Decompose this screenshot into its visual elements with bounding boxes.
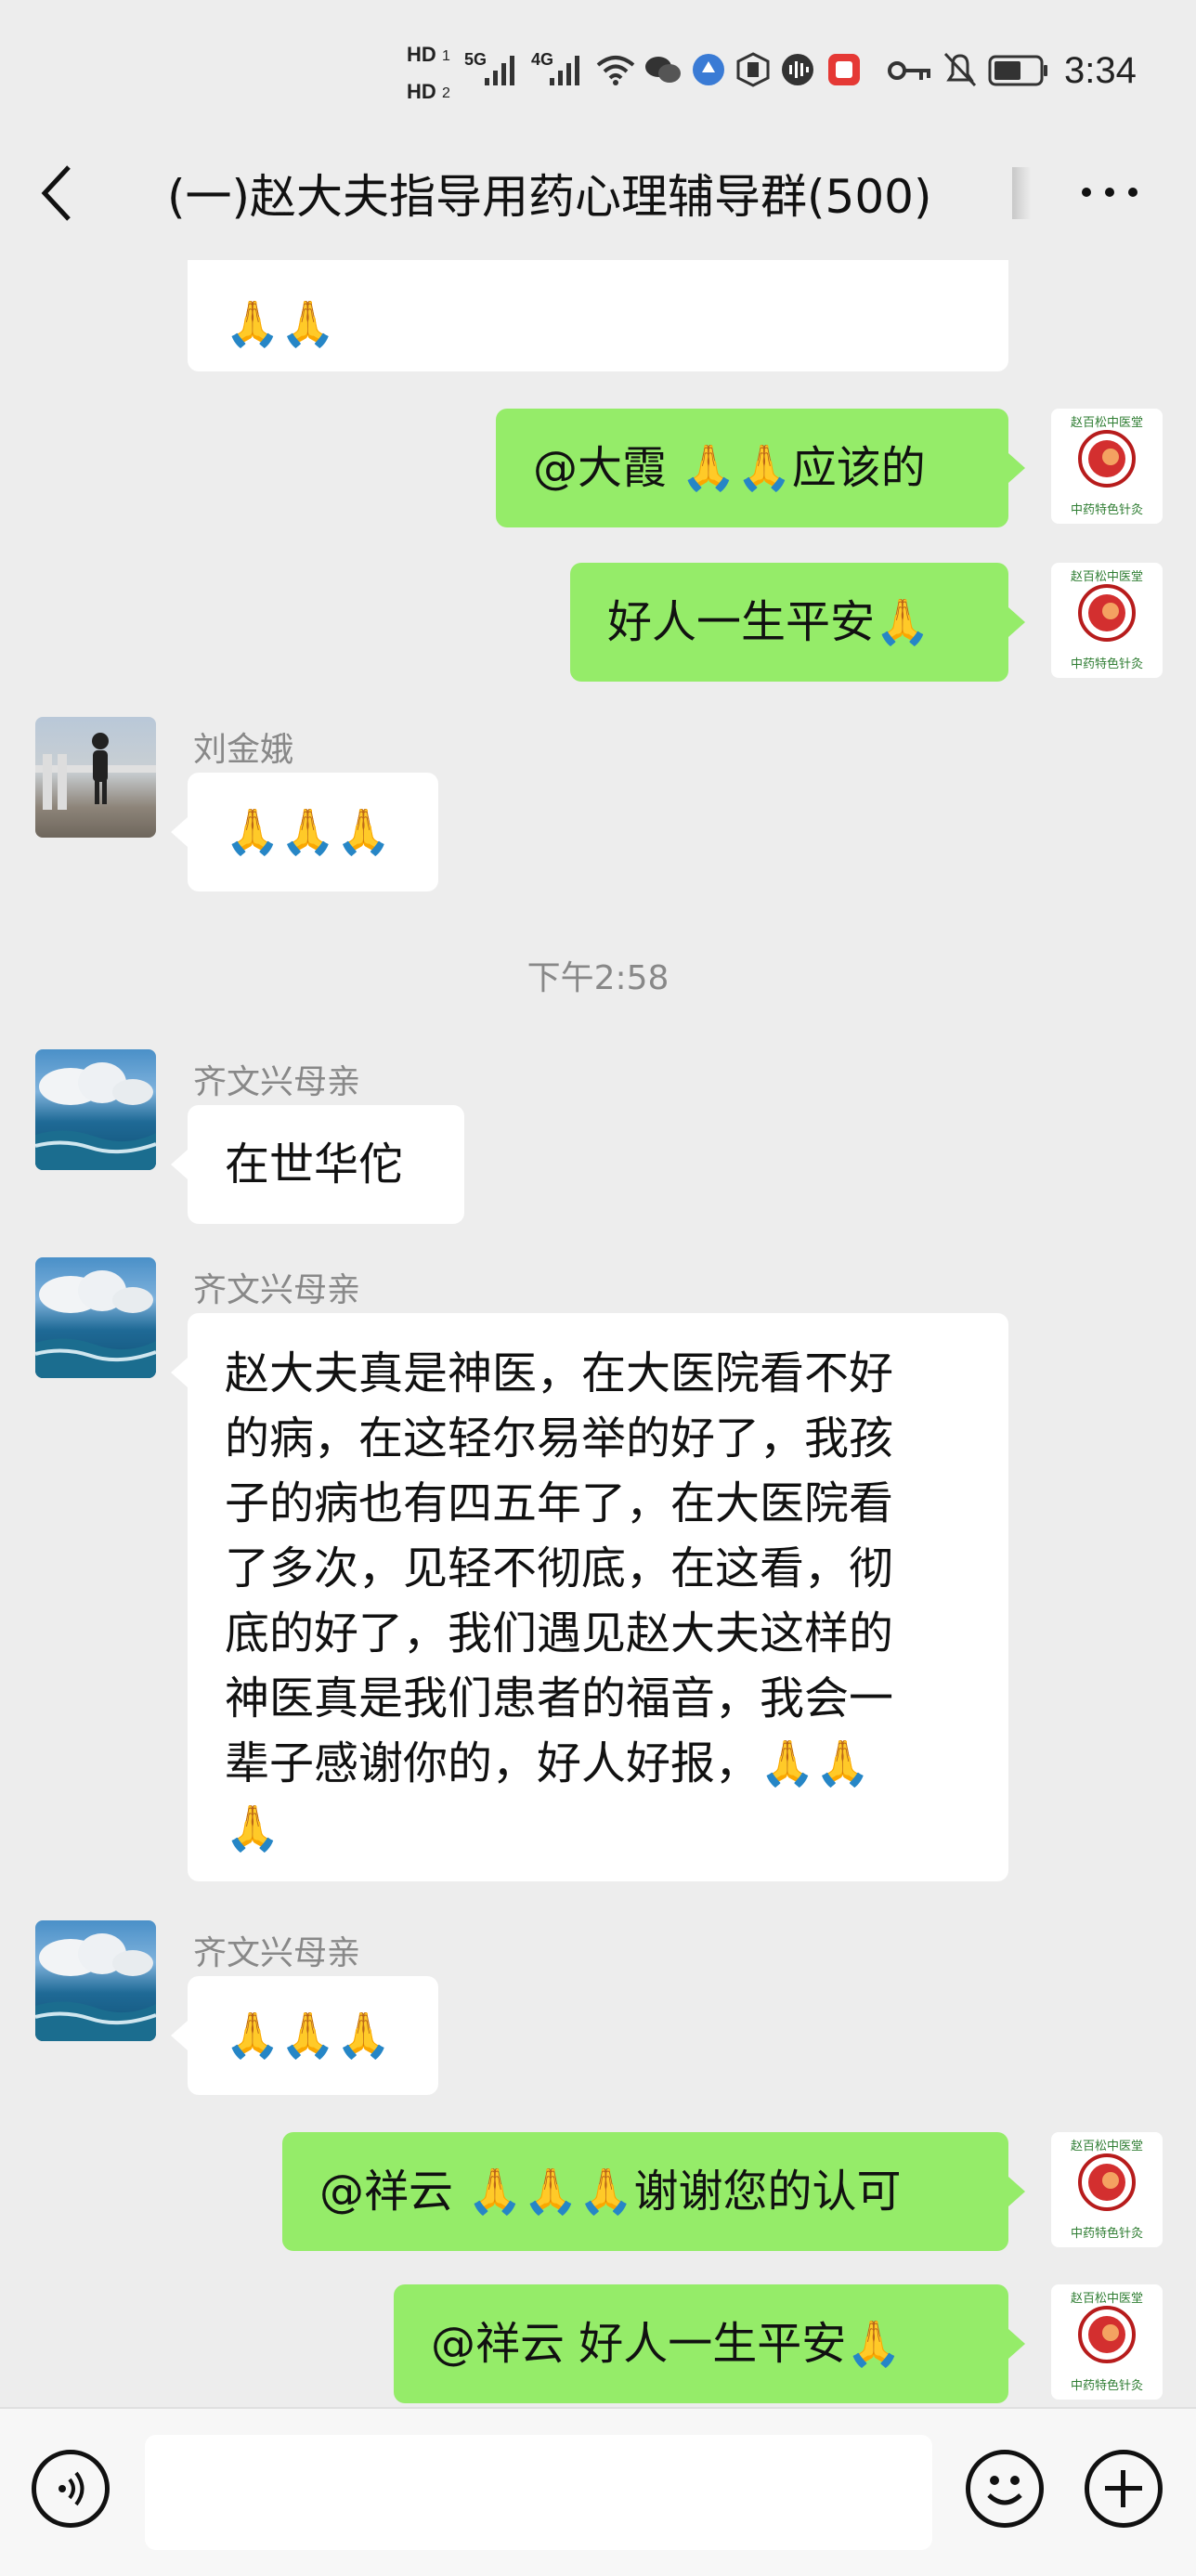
avatar[interactable] (35, 1049, 156, 1170)
app-icon (693, 54, 724, 85)
clinic-logo-icon (1078, 430, 1136, 488)
timestamp: 下午2:58 (526, 959, 670, 997)
message-text: 好人一生平安🙏 (607, 596, 930, 648)
bubble-tail (1008, 453, 1025, 483)
audio-app-icon (782, 54, 813, 85)
emoji-icon[interactable] (966, 2450, 1044, 2528)
wechat-icon (645, 57, 681, 83)
sea-cloud-photo-icon (35, 1933, 156, 2041)
input-bar (0, 2407, 1196, 2576)
message-text: @祥云 好人一生平安🙏 (431, 2318, 903, 2370)
self-avatar[interactable]: 赵百松中医堂 中药特色针灸 (1051, 2284, 1163, 2400)
message-line: 赵大夫真是神医，在大医院看不好 (225, 1347, 894, 1399)
logo-top-text: 赵百松中医堂 (1070, 2140, 1143, 2153)
sender-name: 齐文兴母亲 (193, 1934, 361, 1972)
bubble-tail (1008, 2329, 1025, 2359)
message-text: 在世华佗 (225, 1138, 404, 1190)
clinic-logo-icon (1078, 2153, 1136, 2211)
bubble-tail (1008, 2177, 1025, 2206)
sea-cloud-photo-icon (35, 1270, 156, 1378)
signal-icon (550, 56, 579, 85)
battery-icon (988, 55, 1047, 86)
bubble-tail (171, 1358, 188, 1387)
logo-top-text: 赵百松中医堂 (1070, 570, 1143, 584)
chat-header: (一)赵大夫指导用药心理辅导群(500) (0, 139, 1196, 260)
message-line: 了多次，见轻不彻底，在这看，彻 (225, 1542, 894, 1594)
self-avatar[interactable]: 赵百松中医堂 中药特色针灸 (1051, 409, 1163, 524)
message-text: 🙏🙏🙏 (225, 2010, 392, 2062)
chat-title: (一)赵大夫指导用药心理辅导群(500) (167, 170, 932, 224)
sender-name: 齐文兴母亲 (193, 1271, 361, 1309)
hd-indicator-2: HD (407, 80, 436, 103)
message-bubble-self[interactable]: 好人一生平安🙏 (570, 563, 1008, 682)
hd-indicator-1: HD (407, 43, 436, 66)
status-bar: HD 1 HD 2 5G 4G 3:34 (0, 0, 1196, 139)
sea-cloud-photo-icon (35, 1062, 156, 1170)
sender-name: 齐文兴母亲 (193, 1063, 361, 1101)
voice-icon[interactable] (32, 2450, 110, 2528)
message-line: 子的病也有四五年了，在大医院看 (225, 1477, 894, 1529)
message-bubble[interactable]: 这段时间谢谢赵大夫。让你费心了 🙏🙏 (188, 260, 1008, 371)
logo-bottom-text: 中药特色针灸 (1070, 2379, 1143, 2393)
message-bubble[interactable]: 🙏🙏🙏 (188, 773, 438, 891)
message-text: 🙏🙏🙏 (225, 806, 392, 858)
logo-bottom-text: 中药特色针灸 (1070, 503, 1143, 517)
plus-icon (1105, 2470, 1142, 2507)
smile-icon (987, 2476, 1022, 2505)
message-bubble[interactable]: 赵大夫真是神医，在大医院看不好 的病，在这轻尔易举的好了，我孩 子的病也有四五年… (188, 1313, 1008, 1881)
clinic-logo-icon (1078, 584, 1136, 642)
hand-shield-icon (736, 52, 770, 87)
red-app-icon (828, 54, 860, 85)
bubble-tail (171, 817, 188, 847)
message-bubble[interactable]: 🙏🙏🙏 (188, 1976, 438, 2095)
logo-bottom-text: 中药特色针灸 (1070, 657, 1143, 671)
message-text: @大霞 🙏🙏应该的 (533, 442, 926, 494)
message-text: 🙏🙏 (225, 298, 336, 350)
wifi-icon (596, 56, 635, 85)
self-avatar[interactable]: 赵百松中医堂 中药特色针灸 (1051, 2132, 1163, 2247)
bubble-tail (1008, 607, 1025, 637)
bubble-tail (171, 2021, 188, 2050)
title-fade (1012, 167, 1031, 219)
key-icon (888, 61, 930, 80)
message-bubble[interactable]: 在世华佗 (188, 1105, 464, 1224)
chevron-left-icon[interactable] (39, 163, 76, 223)
self-avatar[interactable]: 赵百松中医堂 中药特色针灸 (1051, 563, 1163, 678)
message-bubble-self[interactable]: @祥云 好人一生平安🙏 (394, 2284, 1008, 2403)
logo-top-text: 赵百松中医堂 (1070, 416, 1143, 430)
sim2-label: 2 (442, 85, 450, 101)
message-input[interactable] (145, 2435, 932, 2550)
message-text: @祥云 🙏🙏🙏谢谢您的认可 (319, 2166, 902, 2218)
logo-top-text: 赵百松中医堂 (1070, 2292, 1143, 2306)
sim1-label: 1 (442, 48, 450, 64)
signal-icon (485, 56, 514, 85)
avatar[interactable] (35, 717, 156, 838)
more-horizontal-icon[interactable] (1079, 178, 1140, 206)
message-line: 底的好了，我们遇见赵大夫这样的 (225, 1607, 894, 1659)
clinic-logo-icon (1078, 2306, 1136, 2363)
message-line: 辈子感谢你的，好人好报，🙏🙏 (225, 1737, 871, 1789)
plus-circle-icon[interactable] (1085, 2450, 1163, 2528)
bell-muted-icon (943, 52, 977, 87)
person-photo-icon (35, 733, 156, 810)
bubble-tail (171, 1150, 188, 1179)
voice-wave-icon (58, 2471, 84, 2506)
message-bubble-self[interactable]: @大霞 🙏🙏应该的 (496, 409, 1008, 527)
message-line: 🙏 (225, 1802, 280, 1854)
message-clip: 这段时间谢谢赵大夫。让你费心了 🙏🙏 (0, 260, 1196, 381)
logo-bottom-text: 中药特色针灸 (1070, 2227, 1143, 2241)
avatar[interactable] (35, 1257, 156, 1378)
sender-name: 刘金娥 (193, 731, 294, 769)
message-bubble-self[interactable]: @祥云 🙏🙏🙏谢谢您的认可 (282, 2132, 1008, 2251)
avatar[interactable] (35, 1920, 156, 2041)
message-line: 的病，在这轻尔易举的好了，我孩 (225, 1412, 894, 1464)
message-line: 神医真是我们患者的福音，我会一 (225, 1672, 894, 1724)
status-time: 3:34 (1064, 50, 1137, 91)
